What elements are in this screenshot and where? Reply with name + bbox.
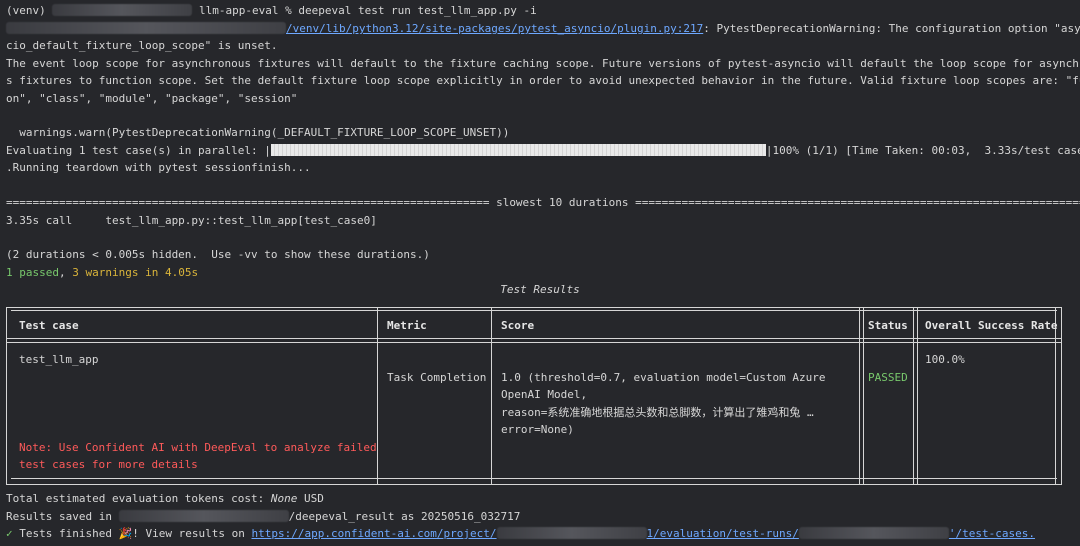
warning-line-1: /venv/lib/python3.12/site-packages/pytes… [6, 20, 1080, 37]
slowest-durations-rule: ========================================… [6, 196, 1080, 209]
results-link-part-1[interactable]: https://app.confident-ai.com/project/ [252, 527, 497, 540]
header-metric: Metric [387, 319, 427, 332]
check-icon: ✓ [6, 527, 13, 540]
evaluating-line: Evaluating 1 test case(s) in parallel: |… [6, 144, 1080, 157]
tests-finished-line: ✓ Tests finished 🎉! View results on http… [6, 527, 1035, 540]
results-link-part-3[interactable]: '/test-cases. [949, 527, 1035, 540]
warning-line-3: The event loop scope for asynchronous fi… [6, 57, 1080, 70]
redacted-path [6, 22, 286, 34]
results-saved-line: Results saved in /deepeval_result as 202… [6, 510, 521, 523]
header-score: Score [501, 319, 535, 332]
cell-metric: Task Completion [387, 371, 487, 384]
table-title: Test Results [500, 283, 580, 296]
warning-line-4: s fixtures to function scope. Set the de… [6, 74, 1080, 87]
warning-path-link[interactable]: /venv/lib/python3.12/site-packages/pytes… [286, 22, 703, 35]
summary-line: 1 passed, 3 warnings in 4.05s [6, 266, 199, 279]
results-table: Test case Metric Score Status Overall Su… [6, 307, 1062, 485]
warnings-warn-line: warnings.warn(PytestDeprecationWarning(_… [6, 126, 510, 139]
warning-line-5: on", "class", "module", "package", "sess… [6, 92, 298, 105]
cell-test-case: test_llm_app [19, 353, 99, 366]
cell-score-line-1: 1.0 (threshold=0.7, evaluation model=Cus… [501, 371, 826, 384]
command-text: deepeval test run test_llm_app.py -i [298, 4, 537, 17]
header-test-case: Test case [19, 319, 79, 332]
hidden-durations-line: (2 durations < 0.005s hidden. Use -vv to… [6, 248, 430, 261]
passed-count: 1 passed [6, 266, 59, 279]
header-status: Status [868, 319, 908, 332]
duration-line: 3.35s call test_llm_app.py::test_llm_app… [6, 214, 377, 227]
cell-score-line-2: OpenAI Model, [501, 388, 588, 401]
teardown-line: .Running teardown with pytest sessionfin… [6, 161, 311, 174]
note-line-2: test cases for more details [19, 458, 198, 471]
redacted-dir [118, 510, 289, 522]
cell-score-line-4: error=None) [501, 423, 574, 436]
cell-status: PASSED [868, 371, 908, 384]
results-link-part-2[interactable]: 1/evaluation/test-runs/ [647, 527, 799, 540]
cwd: llm-app-eval % [199, 4, 299, 17]
note-line-1: Note: Use Confident AI with DeepEval to … [19, 441, 377, 454]
tokens-cost-value: None [270, 492, 298, 505]
warning-line-2: cio_default_fixture_loop_scope" is unset… [6, 39, 278, 52]
redacted-user [52, 4, 193, 16]
terminal-window: (venv) llm-app-eval % deepeval test run … [0, 0, 1080, 546]
venv-prompt: (venv) [6, 4, 46, 17]
redacted-run-id [798, 527, 949, 539]
tokens-cost-line: Total estimated evaluation tokens cost: … [6, 492, 324, 505]
progress-bar [270, 144, 766, 156]
header-success-rate: Overall Success Rate [925, 319, 1058, 332]
warnings-count: 3 warnings [72, 266, 139, 279]
cell-success-rate: 100.0% [925, 353, 965, 366]
redacted-project-id [496, 527, 647, 539]
cell-score-line-3: reason=系统准确地根据总头数和总脚数，计算出了雉鸡和兔 … [501, 406, 814, 419]
prompt-line: (venv) llm-app-eval % deepeval test run … [6, 2, 537, 19]
